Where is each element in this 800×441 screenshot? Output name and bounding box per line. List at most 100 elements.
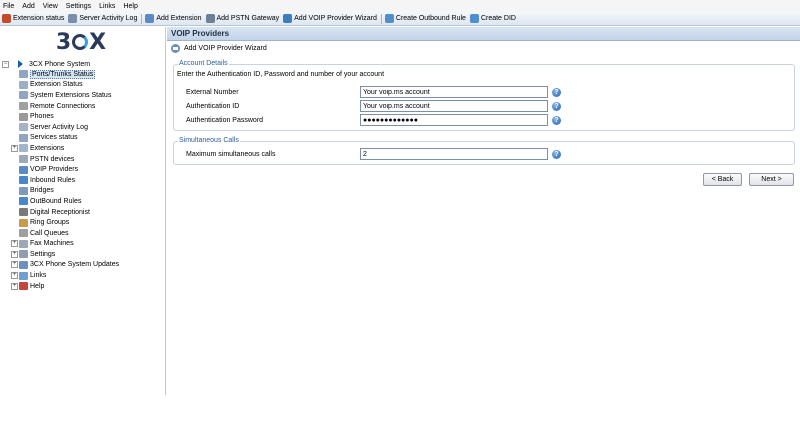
toolbar-button[interactable]: Add PSTN Gateway (205, 14, 279, 23)
extension-icon (19, 80, 28, 89)
remote-icon (19, 102, 28, 111)
toolbar-button-label: Add Extension (156, 15, 202, 22)
outbound-icon (384, 14, 394, 23)
tree-item-label: Settings (30, 250, 56, 258)
tree-item[interactable]: Inbound Rules (0, 175, 166, 186)
help-icon[interactable]: ? (552, 87, 561, 97)
root-arrow-icon (18, 60, 23, 68)
toolbar-button[interactable]: Create DID (469, 14, 516, 23)
tree-item[interactable]: Bridges (0, 186, 166, 197)
toolbar-separator (380, 13, 382, 24)
expand-icon[interactable]: + (11, 282, 18, 290)
tree-item[interactable]: + Extensions (0, 143, 166, 154)
collapse-icon[interactable]: − (2, 60, 9, 68)
tree-item[interactable]: Phones (0, 111, 166, 122)
tree-item[interactable]: Extension Status (0, 80, 166, 91)
phone-icon (19, 112, 28, 121)
call-queues-icon (19, 229, 28, 238)
external-number-row: External Number ? (174, 86, 796, 98)
toolbar-button-label: Create DID (480, 15, 516, 22)
tree-item[interactable]: Server Activity Log (0, 122, 166, 133)
3cx-logo: 3X (55, 29, 107, 55)
toolbar-button[interactable]: Create Outbound Rule (384, 14, 466, 23)
toolbar-button-label: Server Activity Log (79, 15, 138, 22)
wizard-icon (171, 43, 180, 53)
help-icon[interactable]: ? (552, 115, 561, 125)
toolbar-button[interactable]: Server Activity Log (68, 14, 137, 23)
pstn-icon (19, 155, 28, 164)
auth-id-input[interactable] (360, 100, 548, 112)
tree-item-label: Links (30, 272, 47, 280)
expand-icon[interactable]: + (11, 144, 18, 152)
account-details-group: Account Details Enter the Authentication… (173, 60, 796, 131)
tree-item[interactable]: System Extensions Status (0, 90, 166, 101)
links-icon (19, 271, 28, 280)
next-button[interactable]: Next > (749, 173, 794, 186)
menu-bar: File Add View Settings Links Help (0, 0, 800, 12)
expand-icon[interactable]: + (11, 250, 18, 258)
tree-item[interactable]: + Help (0, 281, 166, 292)
help-icon[interactable]: ? (552, 101, 561, 111)
menu-view[interactable]: View (43, 3, 58, 10)
tree-item-label: Extension Status (30, 81, 83, 89)
ports-icon (19, 70, 28, 79)
menu-help[interactable]: Help (123, 3, 137, 10)
menu-file[interactable]: File (3, 3, 14, 10)
tree-item[interactable]: PSTN devices (0, 154, 166, 165)
tree-item[interactable]: Ring Groups (0, 217, 166, 228)
tree-item[interactable]: + Settings (0, 249, 166, 260)
tree-item[interactable]: + Links (0, 270, 166, 281)
tree-item-label: Call Queues (30, 229, 69, 237)
tree-item[interactable]: VOIP Providers (0, 164, 166, 175)
menu-settings[interactable]: Settings (66, 3, 91, 10)
fax-icon (19, 239, 28, 248)
tree-item[interactable]: + Fax Machines (0, 239, 166, 250)
toolbar-button[interactable]: Extension status (2, 14, 64, 23)
log-icon (19, 123, 28, 132)
tree-list: Ports/Trunks Status Extension Status Syste… (0, 69, 166, 291)
expand-icon[interactable]: + (11, 240, 18, 248)
voip-icon (19, 165, 28, 174)
tree-item-label: Ports/Trunks Status (30, 69, 96, 79)
tree-item-label: Ring Groups (30, 219, 70, 227)
tree-item[interactable]: +3CX Phone System Updates (0, 260, 166, 271)
tree-item-label: Bridges (30, 187, 54, 195)
tree-root[interactable]: − 3CX Phone System (2, 59, 90, 69)
menu-links[interactable]: Links (99, 3, 115, 10)
external-number-input[interactable] (360, 86, 548, 98)
tree-item-label: 3CX Phone System Updates (30, 261, 120, 269)
help-icon[interactable]: ? (552, 149, 561, 159)
toolbar-separator (141, 13, 143, 24)
toolbar-button[interactable]: Add Extension (145, 14, 202, 23)
extensions-icon (19, 144, 28, 153)
tree-item[interactable]: OutBound Rules (0, 196, 166, 207)
services-icon (19, 133, 28, 142)
tree-item[interactable]: Remote Connections (0, 101, 166, 112)
tree-item[interactable]: Call Queues (0, 228, 166, 239)
receptionist-icon (19, 208, 28, 217)
tree-item-label: Services status (30, 134, 78, 142)
menu-add[interactable]: Add (22, 3, 34, 10)
expand-icon[interactable]: + (11, 261, 18, 269)
back-button[interactable]: < Back (703, 173, 742, 186)
tree-item-label: PSTN devices (30, 155, 75, 163)
simultaneous-calls-legend: Simultaneous Calls (178, 137, 240, 144)
did-icon (469, 14, 479, 23)
max-calls-input[interactable] (360, 148, 548, 160)
toolbar-button-label: Create Outbound Rule (395, 15, 466, 22)
tree-item-label: OutBound Rules (30, 197, 82, 205)
expand-icon[interactable]: + (11, 272, 18, 280)
tree-item-label: Inbound Rules (30, 176, 76, 184)
auth-password-input[interactable] (360, 114, 548, 126)
updates-icon (19, 260, 28, 269)
auth-password-row: Authentication Password ? (174, 114, 796, 126)
tree-item[interactable]: Digital Receptionist (0, 207, 166, 218)
tree-item-label: Help (30, 282, 45, 290)
wizard-label: Add VOIP Provider Wizard (184, 44, 267, 52)
toolbar-button[interactable]: Add VOIP Provider Wizard (283, 14, 377, 23)
auth-password-label: Authentication Password (186, 116, 264, 124)
tree-item-label: VOIP Providers (30, 166, 79, 174)
tree-item[interactable]: Services status (0, 133, 166, 144)
settings-icon (19, 250, 28, 259)
tree-item[interactable]: Ports/Trunks Status (0, 69, 166, 80)
